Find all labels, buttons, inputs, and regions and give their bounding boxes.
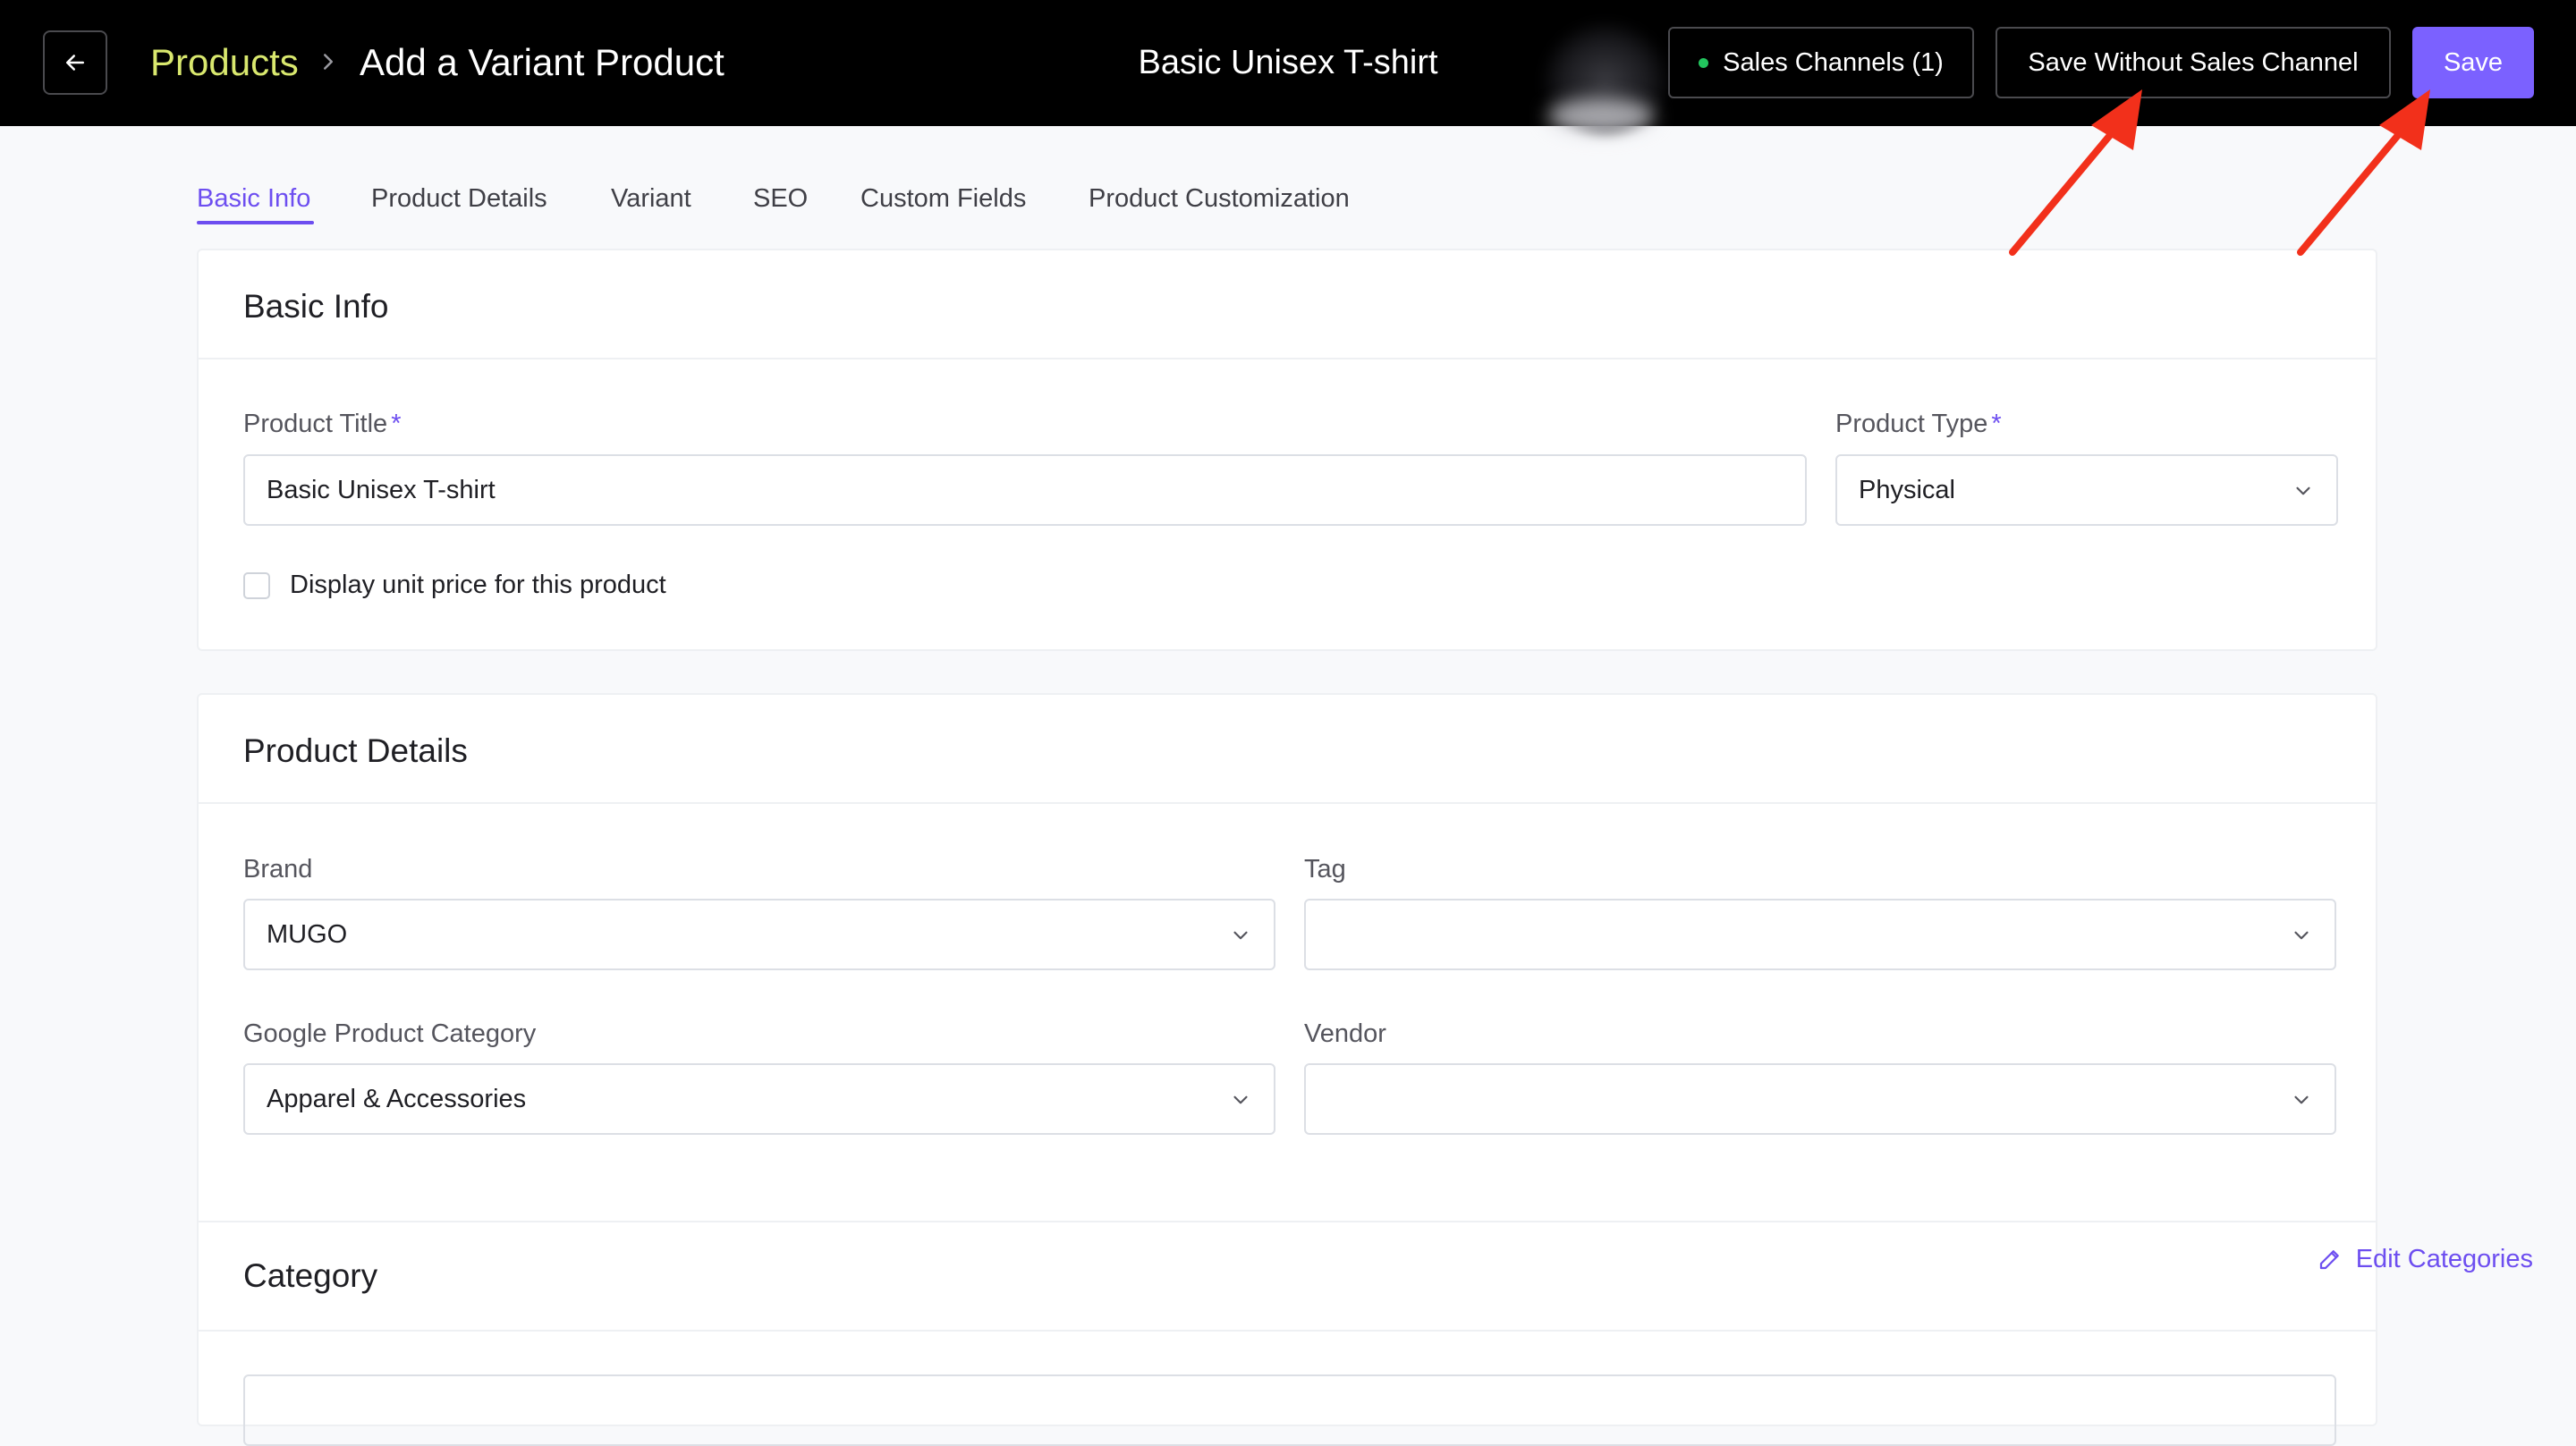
back-button[interactable] [43, 30, 107, 95]
required-mark: * [391, 410, 402, 438]
tab-product-details[interactable]: Product Details [371, 179, 547, 218]
product-details-header: Product Details [199, 695, 2376, 804]
google-category-value: Apparel & Accessories [267, 1084, 527, 1113]
save-without-sales-channel-button[interactable]: Save Without Sales Channel [1996, 27, 2391, 98]
product-details-card: Product Details Brand MUGO Tag Google Pr… [197, 693, 2377, 1446]
brand-value: MUGO [267, 919, 348, 949]
chevron-down-icon [1233, 931, 1248, 940]
basic-info-title: Basic Info [243, 288, 389, 325]
edit-categories-link[interactable]: Edit Categories [2317, 1241, 2533, 1277]
chevron-down-icon [2296, 486, 2310, 495]
tag-select[interactable] [1304, 899, 2336, 970]
avatar-shadow [1547, 98, 1655, 134]
breadcrumb-current: Add a Variant Product [360, 41, 724, 83]
google-category-select[interactable]: Apparel & Accessories [243, 1063, 1275, 1135]
product-title-value: Basic Unisex T-shirt [267, 475, 496, 504]
chevron-down-icon [2294, 931, 2309, 940]
pencil-icon [2319, 1250, 2339, 1270]
brand-select[interactable]: MUGO [243, 899, 1275, 970]
status-dot-icon [1699, 57, 1709, 68]
brand-label: Brand [243, 855, 313, 884]
unit-price-label: Display unit price for this product [290, 571, 666, 599]
tab-variant[interactable]: Variant [611, 179, 691, 218]
sales-channels-label: Sales Channels (1) [1723, 47, 1944, 77]
tab-custom-fields[interactable]: Custom Fields [860, 179, 1026, 218]
unit-price-checkbox[interactable] [243, 572, 270, 599]
product-title-label: Product Title * [243, 406, 401, 442]
product-type-label-text: Product Type [1835, 410, 1988, 438]
product-type-value: Physical [1859, 475, 1955, 504]
chevron-down-icon [2294, 1095, 2309, 1104]
save-button[interactable]: Save [2412, 27, 2534, 98]
product-title-input[interactable]: Basic Unisex T-shirt [243, 454, 1807, 526]
product-type-select[interactable]: Physical [1835, 454, 2338, 526]
vendor-label: Vendor [1304, 1019, 1386, 1048]
tag-label: Tag [1304, 855, 1346, 884]
required-mark: * [1991, 410, 2002, 438]
vendor-select[interactable] [1304, 1063, 2336, 1135]
product-name-title: Basic Unisex T-shirt [1138, 44, 1438, 81]
breadcrumb-products-link[interactable]: Products [150, 38, 299, 88]
basic-info-card: Basic Info Product Title * Basic Unisex T… [197, 249, 2377, 651]
active-tab-indicator [197, 221, 314, 224]
tab-product-customization[interactable]: Product Customization [1089, 179, 1350, 218]
basic-info-header: Basic Info [199, 250, 2376, 359]
divider [199, 1221, 2376, 1222]
top-bar: Products Add a Variant Product Basic Uni… [0, 0, 2576, 134]
category-input[interactable] [243, 1374, 2336, 1446]
tab-basic-info[interactable]: Basic Info [197, 179, 310, 218]
chevron-right-icon [324, 54, 333, 70]
product-type-label: Product Type * [1835, 406, 2002, 442]
sales-channels-button[interactable]: Sales Channels (1) [1668, 27, 1974, 98]
edit-categories-label: Edit Categories [2355, 1245, 2533, 1273]
arrow-left-icon [66, 55, 84, 71]
product-details-title: Product Details [243, 732, 468, 769]
tab-seo[interactable]: SEO [753, 179, 808, 218]
google-category-label: Google Product Category [243, 1019, 537, 1048]
chevron-down-icon [1233, 1095, 1248, 1104]
divider [199, 1330, 2376, 1332]
product-title-label-text: Product Title [243, 410, 388, 438]
category-title: Category [243, 1257, 378, 1294]
